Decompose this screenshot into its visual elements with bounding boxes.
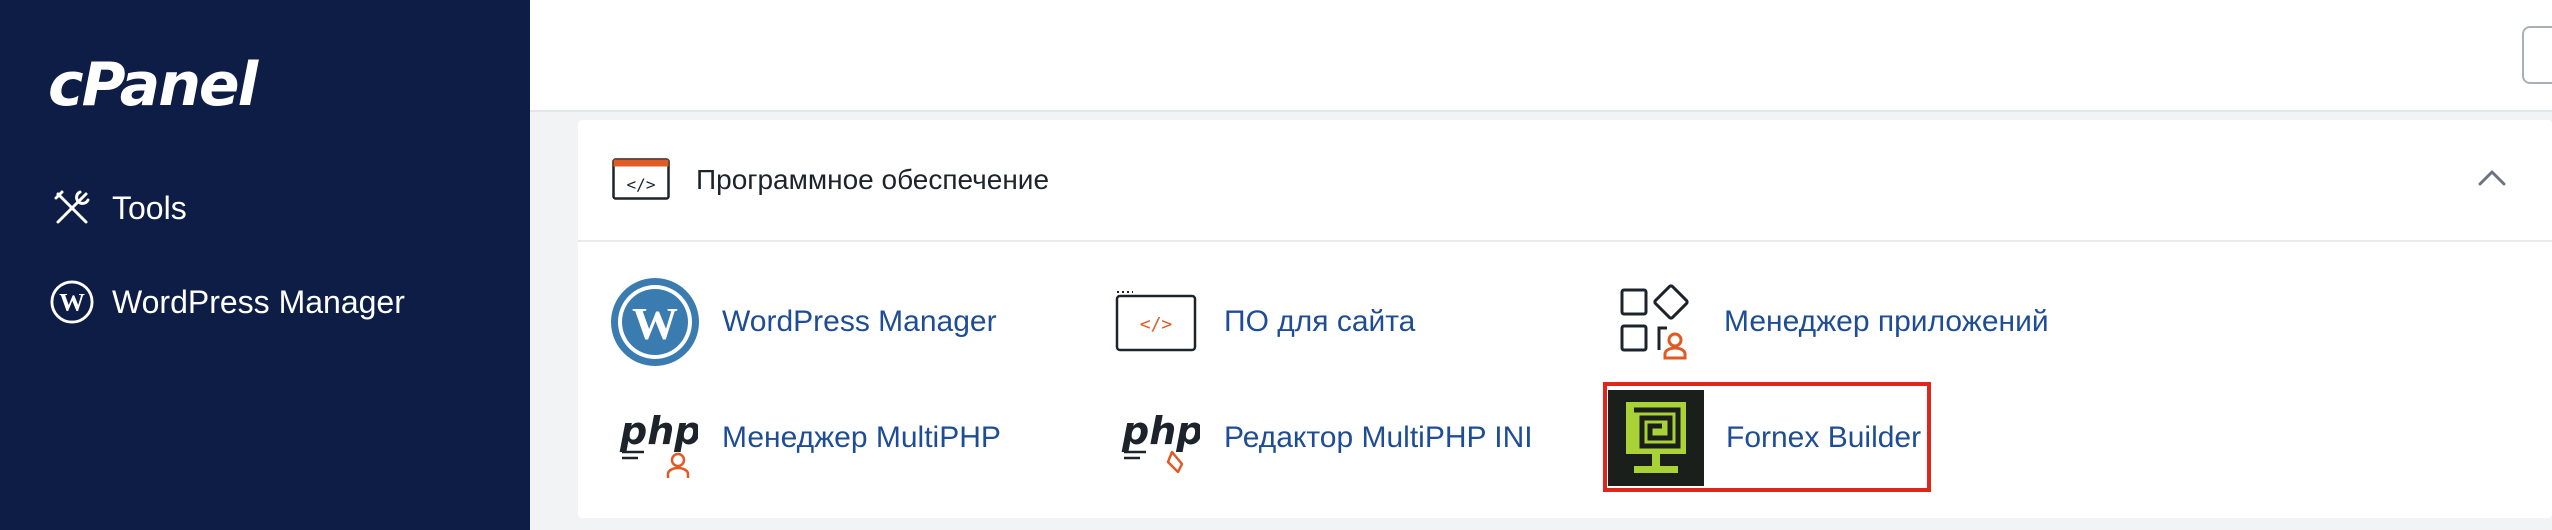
app-label: ПО для сайта: [1224, 305, 1416, 338]
app-manager-icon: [1612, 277, 1702, 367]
app-multiphp-ini-editor[interactable]: php Редактор MultiPHP INI: [1112, 388, 1533, 488]
section-title: Программное обеспечение: [696, 164, 1050, 195]
sidebar: cPanel Tools W WordPress Manager: [0, 0, 530, 530]
svg-text:</>: </>: [627, 175, 656, 194]
app-label: Редактор MultiPHP INI: [1224, 421, 1533, 454]
sidebar-item-wordpress-manager[interactable]: W WordPress Manager: [50, 272, 405, 332]
search-button[interactable]: [2522, 26, 2552, 84]
sidebar-item-tools[interactable]: Tools: [50, 178, 187, 238]
app-multiphp-manager[interactable]: php Менеджер MultiPHP: [610, 388, 1001, 488]
cpanel-logo[interactable]: cPanel: [48, 50, 258, 120]
wordpress-logo-icon: W: [610, 277, 700, 367]
svg-text:php: php: [1121, 409, 1200, 453]
svg-text:</>: </>: [1140, 314, 1173, 335]
svg-text:php: php: [619, 409, 698, 453]
app-label: WordPress Manager: [722, 305, 997, 338]
tools-icon: [50, 186, 94, 230]
svg-text:W: W: [632, 298, 678, 349]
top-bar: [530, 0, 2552, 112]
svg-text:W: W: [59, 288, 85, 317]
php-editor-icon: php: [1112, 393, 1202, 483]
app-label: Менеджер MultiPHP: [722, 421, 1001, 454]
code-window-icon: </>: [1112, 277, 1202, 367]
highlight-box: [1603, 382, 1931, 492]
sidebar-item-label: WordPress Manager: [112, 283, 405, 320]
section-header[interactable]: </> Программное обеспечение: [578, 120, 2552, 242]
app-application-manager[interactable]: Менеджер приложений: [1612, 272, 2049, 372]
chevron-up-icon[interactable]: [2476, 166, 2508, 190]
app-label: Менеджер приложений: [1724, 305, 2049, 338]
sidebar-item-label: Tools: [112, 189, 187, 226]
code-window-icon: </>: [612, 158, 670, 200]
app-wordpress-manager[interactable]: W WordPress Manager: [610, 272, 997, 372]
php-manager-icon: php: [610, 393, 700, 483]
wordpress-icon: W: [50, 280, 94, 324]
app-site-software[interactable]: </> ПО для сайта: [1112, 272, 1415, 372]
